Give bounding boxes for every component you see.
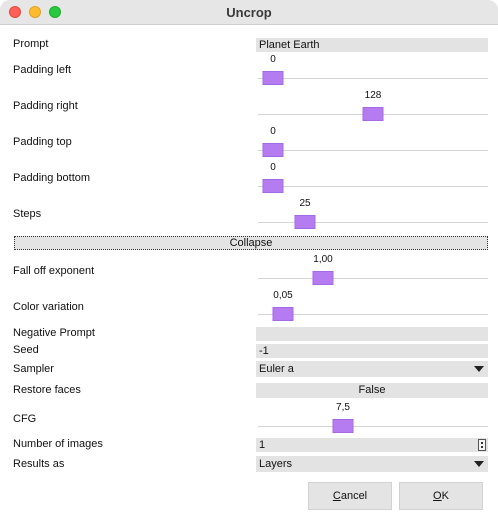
results-as-select[interactable]: Layers [256, 456, 488, 472]
padding-right-label: Padding right [13, 100, 78, 112]
padding-top-value: 0 [270, 126, 276, 137]
prompt-label: Prompt [13, 38, 49, 50]
restore-faces-label: Restore faces [13, 384, 81, 396]
steps-slider-track[interactable] [258, 222, 488, 223]
number-of-images-label: Number of images [13, 438, 103, 450]
window-title: Uncrop [226, 5, 272, 20]
padding-bottom-value: 0 [270, 162, 276, 173]
color-variation-label: Color variation [13, 301, 84, 313]
padding-right-slider-handle[interactable] [362, 107, 384, 121]
dialog-content: Prompt Planet Earth Padding left 0 Paddi… [0, 25, 498, 529]
seed-input[interactable]: -1 [256, 344, 488, 358]
steps-slider-handle[interactable] [294, 215, 316, 229]
ok-button[interactable]: OK [399, 482, 483, 510]
restore-faces-toggle[interactable]: False [256, 383, 488, 398]
cancel-button[interactable]: Cancel [308, 482, 392, 510]
padding-left-slider-track[interactable] [258, 78, 488, 79]
padding-top-slider-handle[interactable] [262, 143, 284, 157]
padding-top-slider-track[interactable] [258, 150, 488, 151]
chevron-down-icon [474, 461, 484, 467]
spinner-icon[interactable] [478, 439, 486, 451]
padding-bottom-slider-handle[interactable] [262, 179, 284, 193]
cfg-slider-track[interactable] [258, 426, 488, 427]
prompt-input[interactable]: Planet Earth [256, 38, 488, 52]
negative-prompt-label: Negative Prompt [13, 327, 95, 339]
color-variation-slider-handle[interactable] [272, 307, 294, 321]
results-as-label: Results as [13, 458, 65, 470]
sampler-label: Sampler [13, 363, 54, 375]
sampler-selected-value: Euler a [259, 363, 294, 375]
collapse-button[interactable]: Collapse [14, 236, 488, 250]
number-of-images-input[interactable]: 1 [256, 438, 488, 452]
fall-off-exponent-slider-handle[interactable] [312, 271, 334, 285]
cfg-value: 7,5 [336, 402, 350, 413]
negative-prompt-input[interactable] [256, 327, 488, 341]
chevron-down-icon [474, 366, 484, 372]
padding-right-value: 128 [364, 90, 382, 101]
cancel-label: ancel [340, 490, 368, 502]
number-of-images-value: 1 [259, 439, 266, 451]
seed-label: Seed [13, 344, 39, 356]
padding-top-label: Padding top [13, 136, 72, 148]
padding-left-label: Padding left [13, 64, 72, 76]
cancel-mnemonic: C [332, 490, 341, 502]
padding-bottom-slider-track[interactable] [258, 186, 488, 187]
padding-left-value: 0 [270, 54, 276, 65]
ok-label: K [441, 490, 449, 502]
results-as-selected-value: Layers [259, 458, 293, 470]
ok-mnemonic: O [433, 490, 442, 502]
padding-bottom-label: Padding bottom [13, 172, 91, 184]
fall-off-exponent-slider-track[interactable] [258, 278, 488, 279]
sampler-select[interactable]: Euler a [256, 361, 488, 377]
uncrop-dialog: Uncrop Prompt Planet Earth Padding left … [0, 0, 498, 529]
fall-off-exponent-label: Fall off exponent [13, 265, 95, 277]
color-variation-value: 0,05 [273, 290, 293, 301]
steps-value: 25 [299, 198, 311, 209]
padding-left-slider-handle[interactable] [262, 71, 284, 85]
titlebar: Uncrop [0, 0, 498, 25]
cfg-label: CFG [13, 413, 37, 425]
steps-label: Steps [13, 208, 42, 220]
cfg-slider-handle[interactable] [332, 419, 354, 433]
fall-off-exponent-value: 1,00 [313, 254, 333, 265]
